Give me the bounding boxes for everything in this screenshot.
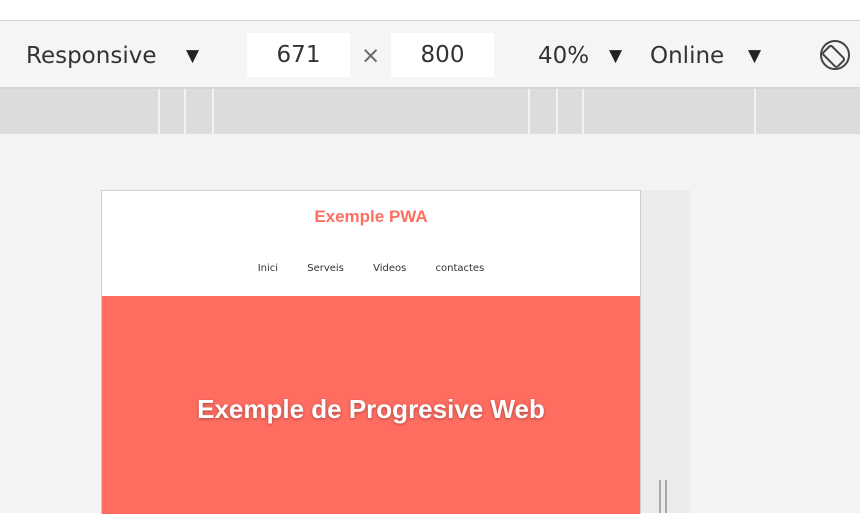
emulated-page: Exemple PWA Inici Serveis Videos contact… xyxy=(101,190,641,514)
height-input[interactable]: 800 xyxy=(391,33,494,77)
device-dropdown-arrow-icon[interactable]: ▼ xyxy=(186,41,199,71)
zoom-dropdown-arrow-icon[interactable]: ▼ xyxy=(609,41,622,71)
media-query-segment[interactable] xyxy=(528,89,530,134)
width-input[interactable]: 671 xyxy=(247,33,350,77)
nav-link-contactes[interactable]: contactes xyxy=(436,263,485,274)
zoom-select[interactable]: 40% xyxy=(538,41,589,71)
media-query-bar xyxy=(0,89,860,134)
site-nav: Inici Serveis Videos contactes xyxy=(102,263,640,274)
resize-handle-icon[interactable] xyxy=(659,480,671,513)
nav-link-serveis[interactable]: Serveis xyxy=(307,263,344,274)
times-symbol: × xyxy=(361,43,381,69)
rotate-icon[interactable] xyxy=(818,38,852,72)
top-strip xyxy=(0,0,860,21)
media-query-segment[interactable] xyxy=(212,89,214,134)
device-toolbar: Responsive ▼ 671 × 800 40% ▼ Online ▼ xyxy=(0,21,860,89)
device-frame-shadow xyxy=(640,190,690,513)
site-title[interactable]: Exemple PWA xyxy=(102,207,640,227)
nav-link-inici[interactable]: Inici xyxy=(258,263,278,274)
nav-link-videos[interactable]: Videos xyxy=(373,263,406,274)
media-query-segment[interactable] xyxy=(582,89,584,134)
media-query-segment[interactable] xyxy=(754,89,756,134)
device-select[interactable]: Responsive xyxy=(26,41,156,71)
media-query-segment[interactable] xyxy=(184,89,186,134)
media-query-segment[interactable] xyxy=(556,89,558,134)
throttle-select[interactable]: Online xyxy=(650,41,724,71)
throttle-dropdown-arrow-icon[interactable]: ▼ xyxy=(748,41,761,71)
hero-title: Exemple de Progresive Web xyxy=(197,394,545,424)
hero-section: Exemple de Progresive Web xyxy=(102,296,640,514)
media-query-segment[interactable] xyxy=(158,89,160,134)
site-header: Exemple PWA Inici Serveis Videos contact… xyxy=(102,191,640,296)
